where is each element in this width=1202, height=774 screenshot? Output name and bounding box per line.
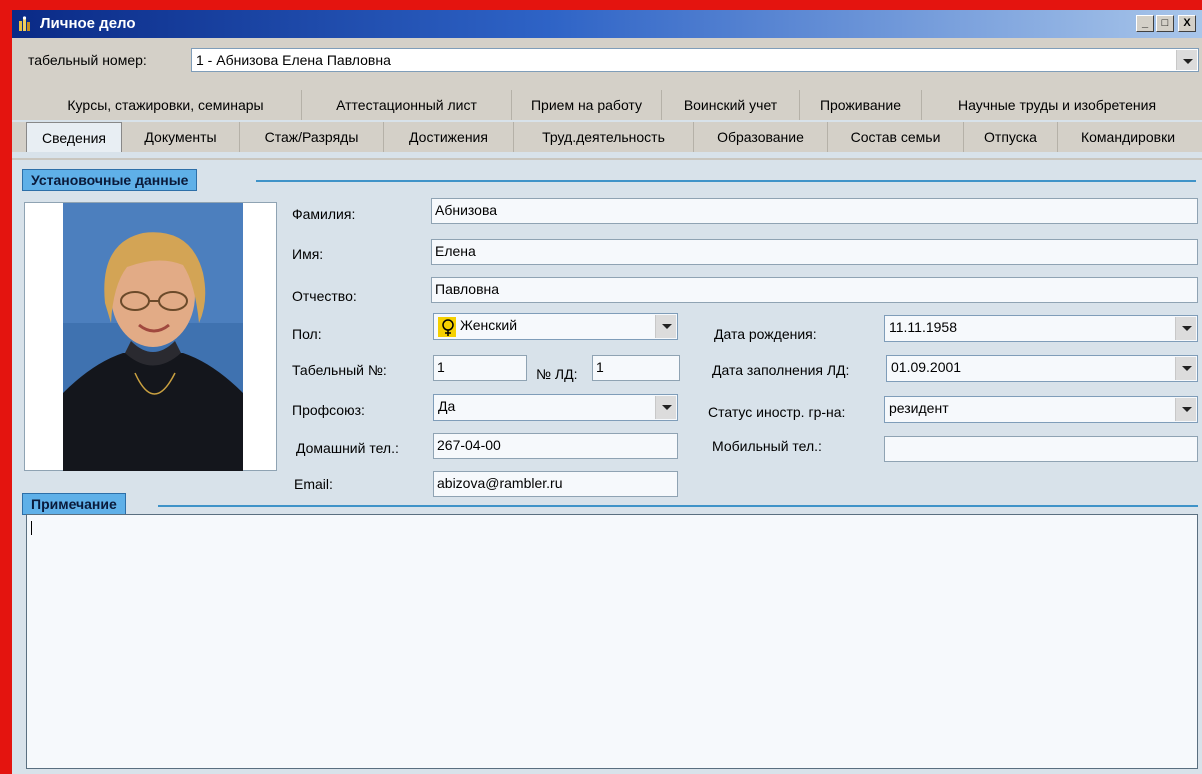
chevron-down-icon[interactable] — [1175, 398, 1196, 421]
home-phone-field[interactable]: 267-04-00 — [433, 433, 678, 459]
mobile-phone-label: Мобильный тел.: — [712, 438, 822, 454]
birth-date-value: 11.11.1958 — [889, 319, 957, 335]
employee-selector-bar: табельный номер: 1 - Абнизова Елена Павл… — [12, 38, 1202, 92]
tab-work-history[interactable]: Труд.деятельность — [514, 122, 694, 152]
home-phone-label: Домашний тел.: — [296, 440, 399, 456]
chevron-down-icon[interactable] — [1176, 50, 1197, 70]
ld-date-select[interactable]: 01.09.2001 — [886, 355, 1198, 382]
email-field[interactable]: abizova@rambler.ru — [433, 471, 678, 497]
text-caret — [31, 521, 32, 535]
ld-date-value: 01.09.2001 — [891, 359, 962, 375]
title-bar: Личное дело _ □ X — [12, 10, 1202, 38]
notes-textarea[interactable] — [26, 514, 1198, 769]
tab-family[interactable]: Состав семьи — [828, 122, 964, 152]
foreigner-status-select[interactable]: резидент — [884, 396, 1198, 423]
tab-education[interactable]: Образование — [694, 122, 828, 152]
tab-row-bottom: Сведения Документы Стаж/Разряды Достижен… — [12, 122, 1202, 152]
foreigner-status-label: Статус иностр. гр-на: — [708, 404, 846, 420]
tab-business-trips[interactable]: Командировки — [1058, 122, 1198, 152]
chevron-down-icon[interactable] — [1175, 357, 1196, 380]
section-basic-data: Установочные данные — [22, 169, 198, 191]
chevron-down-icon[interactable] — [655, 396, 676, 419]
ld-number-field[interactable]: 1 — [592, 355, 680, 381]
tab-residence[interactable]: Проживание — [800, 90, 922, 120]
employee-select-value: 1 - Абнизова Елена Павловна — [196, 52, 391, 68]
employee-select[interactable]: 1 - Абнизова Елена Павловна — [191, 48, 1199, 72]
birth-date-select[interactable]: 11.11.1958 — [884, 315, 1198, 342]
tab-seniority[interactable]: Стаж/Разряды — [240, 122, 384, 152]
tab-row-top: Курсы, стажировки, семинары Аттестационн… — [12, 90, 1202, 120]
section-notes: Примечание — [22, 493, 126, 515]
tab-number-field[interactable]: 1 — [433, 355, 527, 381]
gender-select[interactable]: Женский — [433, 313, 678, 340]
name-label: Имя: — [292, 246, 324, 262]
tab-courses[interactable]: Курсы, стажировки, семинары — [30, 90, 302, 120]
employee-photo — [24, 202, 277, 471]
app-icon — [19, 16, 30, 31]
section-divider — [158, 505, 1198, 507]
union-select[interactable]: Да — [433, 394, 678, 421]
patronymic-field[interactable]: Павловна — [431, 277, 1198, 303]
tab-scientific-works[interactable]: Научные труды и изобретения — [922, 90, 1192, 120]
email-label: Email: — [294, 476, 333, 492]
tab-hiring[interactable]: Прием на работу — [512, 90, 662, 120]
union-value: Да — [438, 398, 456, 414]
tab-number-field-label: Табельный №: — [292, 362, 387, 378]
minimize-button[interactable]: _ — [1136, 15, 1154, 32]
tab-info[interactable]: Сведения — [26, 122, 122, 152]
window-title: Личное дело — [40, 15, 136, 32]
chevron-down-icon[interactable] — [1175, 317, 1196, 340]
portrait-image — [63, 203, 243, 471]
tab-number-label: табельный номер: — [28, 52, 147, 68]
tab-attestation[interactable]: Аттестационный лист — [302, 90, 512, 120]
tab-military[interactable]: Воинский учет — [662, 90, 800, 120]
chevron-down-icon[interactable] — [655, 315, 676, 338]
surname-field[interactable]: Абнизова — [431, 198, 1198, 224]
personal-file-window: Личное дело _ □ X табельный номер: 1 - А… — [12, 10, 1202, 774]
info-panel: Установочные данные Фамилия: Абнизова Им… — [12, 158, 1202, 774]
foreigner-status-value: резидент — [889, 400, 949, 416]
close-button[interactable]: X — [1178, 15, 1196, 32]
section-divider — [256, 180, 1196, 182]
ld-number-label: № ЛД: — [536, 366, 578, 382]
name-field[interactable]: Елена — [431, 239, 1198, 265]
patronymic-label: Отчество: — [292, 288, 357, 304]
mobile-phone-field[interactable] — [884, 436, 1198, 462]
maximize-button[interactable]: □ — [1156, 15, 1174, 32]
tab-documents[interactable]: Документы — [122, 122, 240, 152]
tab-vacations[interactable]: Отпуска — [964, 122, 1058, 152]
birth-date-label: Дата рождения: — [714, 326, 817, 342]
gender-value: Женский — [460, 317, 518, 333]
gender-label: Пол: — [292, 326, 322, 342]
surname-label: Фамилия: — [292, 206, 356, 222]
tab-achievements[interactable]: Достижения — [384, 122, 514, 152]
ld-date-label: Дата заполнения ЛД: — [712, 362, 850, 378]
female-icon — [438, 317, 456, 337]
union-label: Профсоюз: — [292, 402, 365, 418]
